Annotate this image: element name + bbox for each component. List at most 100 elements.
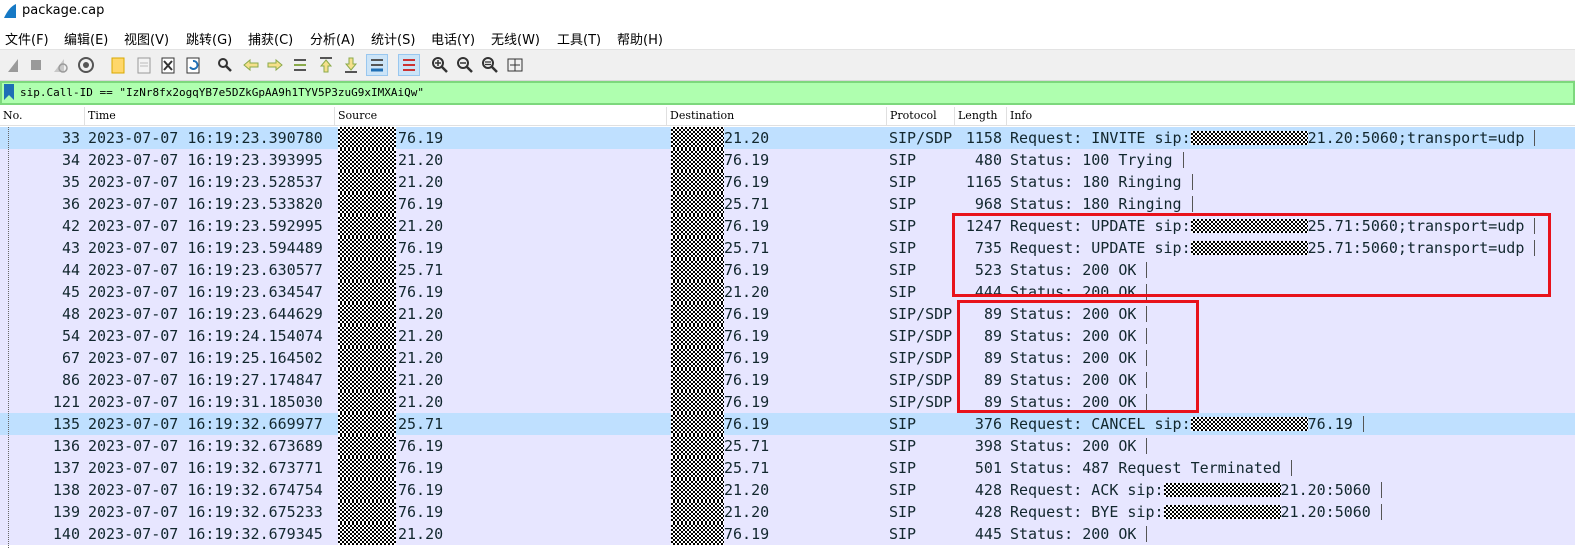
go-back-icon[interactable] (241, 55, 261, 75)
info-end-marker (1192, 174, 1193, 190)
packet-source: 21.20 (398, 305, 444, 323)
redacted-source-prefix (338, 149, 396, 171)
packet-info: Status: 180 Ringing (1010, 195, 1182, 213)
go-first-packet-icon[interactable] (316, 55, 336, 75)
packet-row[interactable]: 138 2023-07-07 16:19:32.674754 76.19 21.20 S… (0, 479, 1575, 501)
packet-number: 137 (52, 459, 80, 477)
menu-edit[interactable]: 编辑(E) (64, 29, 108, 48)
packet-row[interactable]: 33 2023-07-07 16:19:23.390780 76.19 21.20 SI… (0, 127, 1575, 149)
packet-row[interactable]: 35 2023-07-07 16:19:23.528537 21.20 76.19 SI… (0, 171, 1575, 193)
packet-info: Request: BYE sip: 21.20:5060 (1010, 501, 1371, 523)
redacted-source-prefix (338, 127, 396, 149)
redacted-source-prefix (338, 325, 396, 347)
packet-destination: 25.71 (724, 239, 770, 257)
packet-source: 76.19 (398, 503, 444, 521)
column-info[interactable]: Info (1007, 107, 1575, 125)
redacted-destination-prefix (671, 457, 724, 479)
menu-statistics[interactable]: 统计(S) (371, 29, 415, 48)
window-title: package.cap (22, 3, 105, 18)
go-to-packet-icon[interactable] (290, 55, 310, 75)
zoom-out-icon[interactable] (455, 55, 475, 75)
save-file-icon[interactable] (134, 55, 154, 75)
menu-bar: 文件(F) 编辑(E) 视图(V) 跳转(G) 捕获(C) 分析(A) 统计(S… (0, 26, 1575, 48)
column-length[interactable]: Length (955, 107, 1007, 125)
menu-go[interactable]: 跳转(G) (186, 29, 232, 48)
zoom-normal-icon[interactable] (480, 55, 500, 75)
info-end-marker (1183, 152, 1184, 168)
packet-time: 2023-07-07 16:19:32.673771 (88, 459, 323, 477)
menu-capture[interactable]: 捕获(C) (248, 29, 293, 48)
close-file-icon[interactable] (158, 55, 178, 75)
packet-destination: 76.19 (724, 525, 770, 543)
open-file-icon[interactable] (108, 55, 128, 75)
packet-info: Status: 200 OK (1010, 525, 1137, 543)
find-packet-icon[interactable] (215, 55, 235, 75)
info-end-marker (1146, 526, 1147, 542)
bookmark-icon[interactable] (4, 84, 14, 100)
column-source[interactable]: Source (335, 107, 667, 125)
column-protocol[interactable]: Protocol (887, 107, 955, 125)
packet-number: 67 (61, 349, 80, 367)
info-end-marker (1534, 130, 1535, 146)
packet-row[interactable]: 36 2023-07-07 16:19:23.533820 76.19 25.71 SI… (0, 193, 1575, 215)
packet-destination: 21.20 (724, 283, 770, 301)
capture-options-icon[interactable] (76, 55, 96, 75)
info-end-marker (1146, 438, 1147, 454)
stop-capture-icon[interactable] (26, 55, 46, 75)
packet-row[interactable]: 67 2023-07-07 16:19:25.164502 21.20 76.19 SI… (0, 347, 1575, 369)
packet-time: 2023-07-07 16:19:32.679345 (88, 525, 323, 543)
packet-info: Status: 200 OK (1010, 437, 1137, 455)
packet-destination: 25.71 (724, 459, 770, 477)
go-last-packet-icon[interactable] (341, 55, 361, 75)
packet-info: Request: INVITE sip: 21.20:5060;transport… (1010, 127, 1524, 149)
column-no[interactable]: No. (0, 107, 85, 125)
packet-row[interactable]: 137 2023-07-07 16:19:32.673771 76.19 25.71 S… (0, 457, 1575, 479)
auto-scroll-icon[interactable] (366, 54, 388, 76)
packet-number: 140 (52, 525, 80, 543)
packet-row[interactable]: 136 2023-07-07 16:19:32.673689 76.19 25.71 S… (0, 435, 1575, 457)
display-filter-input[interactable] (20, 83, 1560, 101)
packet-source: 21.20 (398, 371, 444, 389)
redacted-destination-prefix (671, 501, 724, 523)
packet-number: 139 (52, 503, 80, 521)
info-end-marker (1381, 504, 1382, 520)
packet-row[interactable]: 140 2023-07-07 16:19:32.679345 21.20 76.19 S… (0, 523, 1575, 545)
packet-info-prefix: Request: ACK sip: (1010, 481, 1164, 499)
column-time[interactable]: Time (85, 107, 335, 125)
colorize-icon[interactable] (398, 54, 420, 76)
redacted-source-prefix (338, 347, 396, 369)
packet-row[interactable]: 48 2023-07-07 16:19:23.644629 21.20 76.19 SI… (0, 303, 1575, 325)
menu-view[interactable]: 视图(V) (124, 29, 169, 48)
packet-destination: 25.71 (724, 437, 770, 455)
redacted-source-prefix (338, 369, 396, 391)
packet-info: Request: ACK sip: 21.20:5060 (1010, 479, 1371, 501)
redacted-destination-prefix (671, 391, 724, 413)
column-destination[interactable]: Destination (667, 107, 887, 125)
reload-file-icon[interactable] (183, 55, 203, 75)
packet-row[interactable]: 121 2023-07-07 16:19:31.185030 21.20 76.19 S… (0, 391, 1575, 413)
packet-row[interactable]: 139 2023-07-07 16:19:32.675233 76.19 21.20 S… (0, 501, 1575, 523)
redacted-destination-prefix (671, 413, 724, 435)
menu-wireless[interactable]: 无线(W) (491, 29, 540, 48)
menu-help[interactable]: 帮助(H) (617, 29, 663, 48)
restart-capture-icon[interactable] (50, 55, 70, 75)
redacted-source-prefix (338, 303, 396, 325)
menu-tools[interactable]: 工具(T) (557, 29, 601, 48)
redacted-destination-prefix (671, 479, 724, 501)
go-forward-icon[interactable] (265, 55, 285, 75)
packet-row[interactable]: 34 2023-07-07 16:19:23.393995 21.20 76.19 SI… (0, 149, 1575, 171)
packet-row[interactable]: 86 2023-07-07 16:19:27.174847 21.20 76.19 SI… (0, 369, 1575, 391)
redacted-sip-uri (1190, 131, 1308, 145)
menu-telephony[interactable]: 电话(Y) (431, 29, 475, 48)
start-capture-icon[interactable] (4, 55, 24, 75)
packet-time: 2023-07-07 16:19:23.644629 (88, 305, 323, 323)
packet-row[interactable]: 54 2023-07-07 16:19:24.154074 21.20 76.19 SI… (0, 325, 1575, 347)
packet-row[interactable]: 135 2023-07-07 16:19:32.669977 25.71 76.19 S… (0, 413, 1575, 435)
annotation-box-sdp-200-ok (957, 300, 1199, 413)
menu-file[interactable]: 文件(F) (5, 29, 49, 48)
resize-columns-icon[interactable] (505, 55, 525, 75)
packet-time: 2023-07-07 16:19:31.185030 (88, 393, 323, 411)
redacted-sip-uri (1190, 417, 1308, 431)
menu-analyze[interactable]: 分析(A) (310, 29, 355, 48)
zoom-in-icon[interactable] (430, 55, 450, 75)
